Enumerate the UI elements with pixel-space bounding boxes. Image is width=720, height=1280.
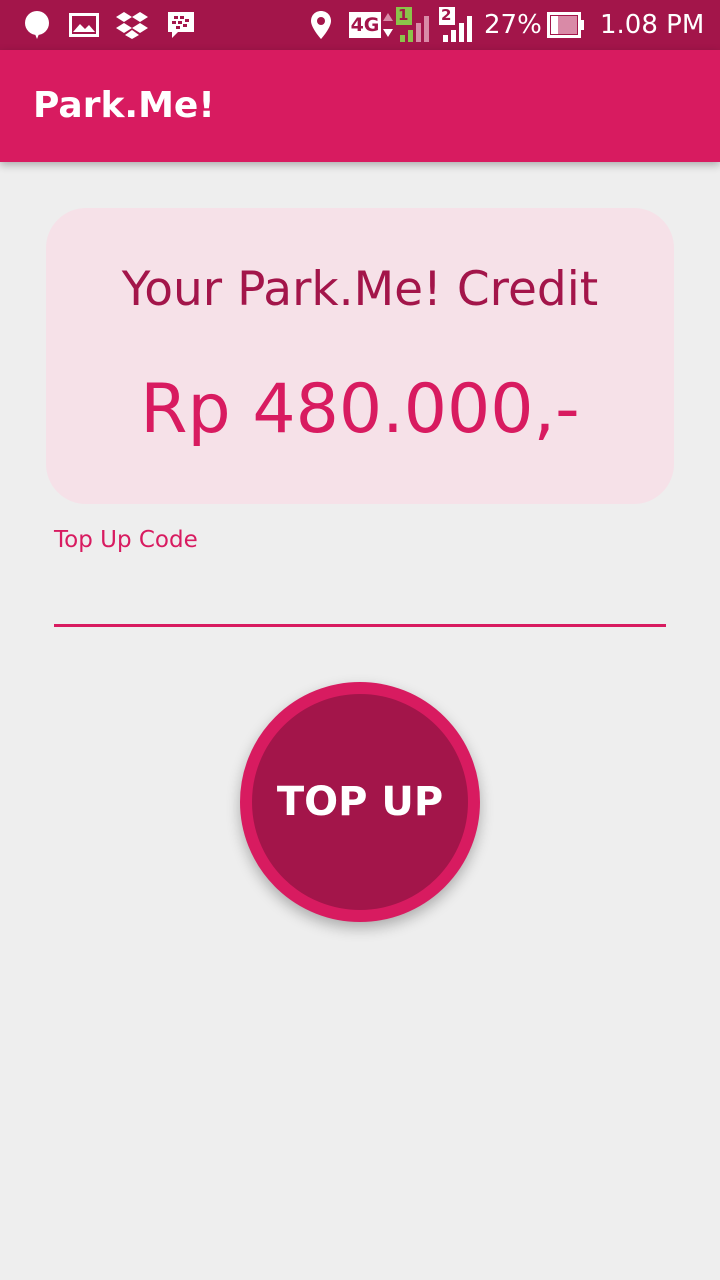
gallery-icon [68,0,100,50]
topup-code-input[interactable] [54,572,666,627]
network-type-label: 4G [348,12,382,38]
chat-bubble-icon [22,0,52,50]
topup-code-label: Top Up Code [54,527,198,553]
battery-icon [546,0,586,50]
dropbox-icon [115,0,149,50]
credit-heading: Your Park.Me! Credit [121,262,599,317]
signal-sim2-icon: 2 [438,0,476,50]
credit-amount: Rp 480.000,- [140,370,580,449]
clock: 1.08 PM [600,10,705,40]
4g-data-icon: 4G [348,0,382,50]
status-bar: 4G 1 2 27% 1.08 PM [0,0,720,50]
sim2-label: 2 [441,6,452,24]
location-icon [309,0,333,50]
credit-card [46,208,674,504]
battery-percent: 27% [484,10,542,40]
data-activity-icon [381,0,395,50]
app-bar: Park.Me! [0,50,720,162]
topup-button[interactable]: TOP UP [240,682,480,922]
app-title: Park.Me! [33,85,215,126]
bbm-icon [165,0,197,50]
signal-sim1-icon: 1 [395,0,433,50]
sim1-label: 1 [398,6,409,24]
topup-button-label: TOP UP [276,779,444,825]
